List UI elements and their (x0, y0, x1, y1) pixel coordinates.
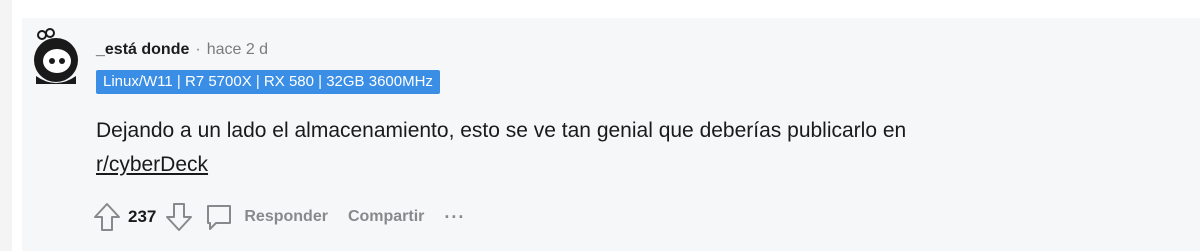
share-button[interactable]: Compartir (348, 208, 424, 226)
user-flair: Linux/W11 | R7 5700X | RX 580 | 32GB 360… (96, 70, 440, 94)
comment-actions: 237 Responder Compartir ··· (90, 200, 465, 234)
upvote-icon (94, 203, 120, 231)
downvote-icon (166, 203, 193, 231)
downvote-button[interactable] (162, 200, 196, 234)
timestamp[interactable]: hace 2 d (207, 41, 268, 59)
vote-score: 237 (128, 207, 157, 226)
comment-body-text: Dejando a un lado el almacenamiento, est… (96, 119, 907, 142)
meta-separator: · (195, 41, 201, 58)
avatar[interactable] (30, 28, 82, 88)
avatar-snoo-icon (34, 28, 78, 84)
subreddit-link[interactable]: r/cyberDeck (96, 153, 208, 176)
left-rail (0, 0, 12, 251)
upvote-button[interactable] (90, 200, 124, 234)
reply-button[interactable]: Responder (244, 208, 328, 226)
reply-icon-button[interactable] (202, 200, 236, 234)
comment-body: Dejando a un lado el almacenamiento, est… (96, 114, 1096, 182)
author-name[interactable]: _está donde (96, 41, 189, 59)
comment-icon (207, 205, 232, 230)
comment-meta: _está donde · hace 2 d (96, 40, 268, 60)
more-icon[interactable]: ··· (444, 207, 465, 228)
